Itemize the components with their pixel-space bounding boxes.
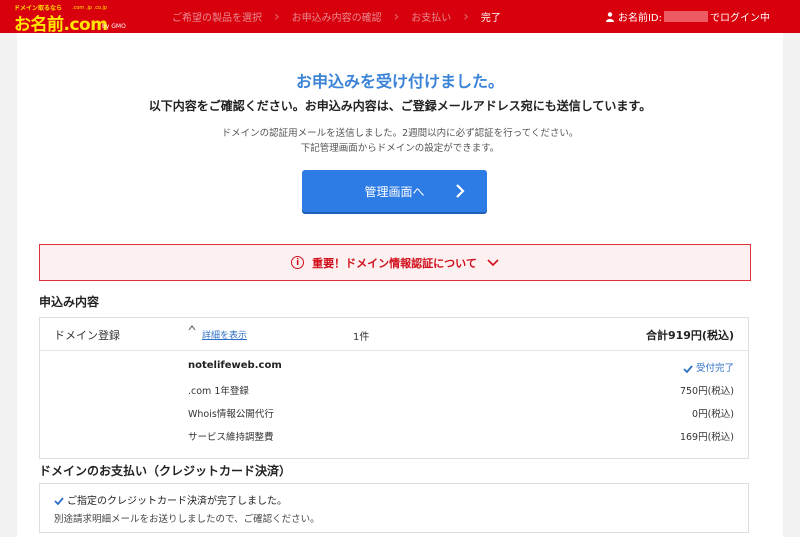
order-row: サービス維持調整費 169円(税込): [188, 429, 734, 445]
order-summary: ドメイン登録 詳細を表示 1件 合計919円(税込) notelifeweb.c…: [39, 317, 749, 459]
chevron-up-icon: [188, 325, 196, 331]
payment-line2: 別途請求明細メールをお送りしましたので、ご確認ください。: [54, 514, 320, 525]
chevron-right-icon: [456, 184, 465, 198]
order-total: 合計919円(税込): [645, 329, 734, 342]
chevron-down-icon: [487, 258, 499, 266]
payment-summary: ご指定のクレジットカード決済が完了しました。 別途請求明細メールをお送りしました…: [39, 483, 749, 533]
order-count: 1件: [353, 332, 370, 343]
check-icon: [683, 364, 693, 373]
chevron-right-icon: ›: [274, 8, 280, 25]
chevron-right-icon: ›: [463, 8, 469, 25]
login-status: お名前ID: でログイン中: [605, 0, 770, 33]
item-price: 750円(税込): [679, 386, 734, 397]
payment-complete-message: ご指定のクレジットカード決済が完了しました。: [54, 492, 287, 507]
info-icon: i: [291, 256, 305, 269]
step-confirm: お申込み内容の確認: [291, 13, 382, 24]
item-name: Whois情報公開代行: [188, 409, 274, 420]
payment-section-title: ドメインのお支払い（クレジットカード決済）: [39, 464, 292, 478]
step-select-product: ご希望の製品を選択: [172, 13, 262, 24]
item-name: サービス維持調整費: [188, 432, 274, 443]
main-content: お申込みを受け付けました。 以下内容をご確認ください。お申込み内容は、ご登録メー…: [17, 33, 783, 537]
item-price: 0円(税込): [692, 409, 734, 420]
order-section-title: 申込み内容: [39, 295, 100, 309]
status-text: 受付完了: [695, 363, 734, 374]
user-id-prefix: お名前ID:: [617, 13, 662, 24]
auth-notice-line1: ドメインの認証用メールを送信しました。2週間以内に必ず認証を行ってください。: [221, 128, 579, 139]
admin-panel-label: 管理画面へ: [364, 184, 425, 199]
step-complete: 完了: [480, 13, 501, 24]
user-id-redacted: [664, 11, 708, 22]
logo-sub-text: by GMO: [102, 23, 126, 30]
item-name: .com 1年登録: [188, 386, 249, 397]
check-icon: [54, 497, 64, 506]
progress-steps: ご希望の製品を選択 › お申込み内容の確認 › お支払い › 完了: [172, 0, 501, 33]
admin-panel-button[interactable]: 管理画面へ: [302, 170, 487, 212]
top-header: ドメイン取るなら .com .jp .co.jp お名前.com by GMO …: [0, 0, 800, 35]
show-details-link[interactable]: 詳細を表示: [202, 328, 247, 341]
page-subtitle: 以下内容をご確認ください。お申込み内容は、ご登録メールアドレス宛にも送信していま…: [148, 99, 652, 113]
order-row: notelifeweb.com 受付完了: [188, 360, 734, 376]
user-login-suffix: でログイン中: [710, 13, 770, 24]
auth-notice-line2: 下記管理画面からドメインの設定ができます。: [300, 143, 500, 154]
alert-text: 重要！ドメイン情報認証について: [312, 256, 477, 270]
order-header-row: ドメイン登録 詳細を表示 1件 合計919円(税込): [40, 318, 748, 351]
order-row: .com 1年登録 750円(税込): [188, 383, 734, 399]
item-price: 169円(税込): [679, 432, 734, 443]
chevron-right-icon: ›: [393, 8, 400, 25]
status-badge: 受付完了: [683, 360, 734, 374]
domain-auth-alert[interactable]: i 重要！ドメイン情報認証について: [39, 244, 751, 281]
page-title: お申込みを受け付けました。: [295, 72, 504, 91]
payment-line1: ご指定のクレジットカード決済が完了しました。: [67, 496, 287, 507]
domain-name: notelifeweb.com: [188, 360, 282, 371]
domain-registration-label: ドメイン登録: [54, 329, 120, 342]
user-icon: [605, 11, 614, 22]
onamae-logo[interactable]: ドメイン取るなら .com .jp .co.jp お名前.com by GMO: [14, 3, 134, 35]
step-payment: お支払い: [411, 13, 452, 24]
logo-text: お名前.com: [14, 15, 108, 35]
order-row: Whois情報公開代行 0円(税込): [188, 406, 734, 422]
